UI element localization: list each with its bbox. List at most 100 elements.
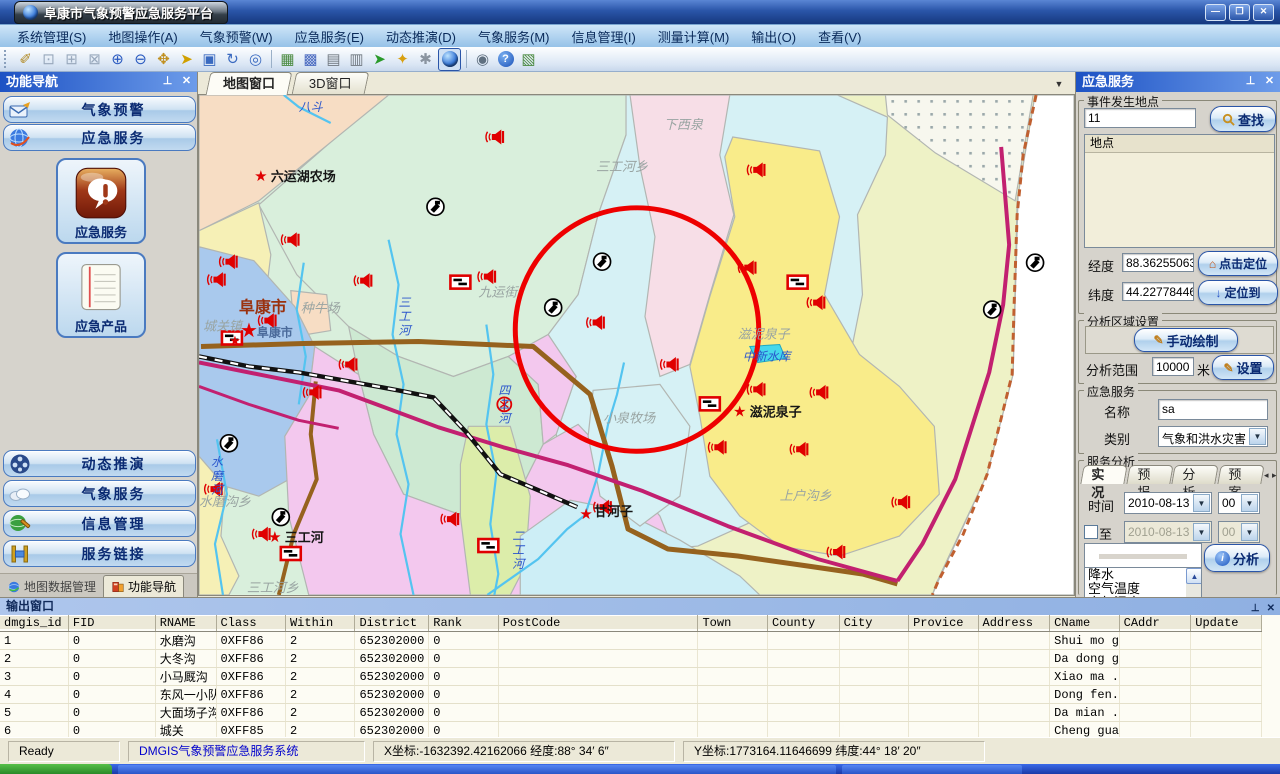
- column-header[interactable]: Within: [285, 615, 354, 632]
- taskbar-button[interactable]: [842, 765, 1022, 774]
- menu-item-1[interactable]: 地图操作(A): [97, 25, 188, 48]
- table-row[interactable]: 30小马厩沟0XFF8626523020000Xiao ma ...: [0, 668, 1262, 686]
- menu-item-3[interactable]: 应急服务(E): [284, 25, 375, 48]
- full-extent-icon[interactable]: ▣: [199, 49, 220, 70]
- element-list-item[interactable]: 降水: [1088, 568, 1201, 582]
- table-row[interactable]: 50大面场子沟0XFF8626523020000Da mian ...: [0, 704, 1262, 722]
- export-image-icon[interactable]: ▧: [518, 49, 539, 70]
- taskbar-button[interactable]: [118, 765, 836, 774]
- nav-group-服务链接[interactable]: 服务链接: [3, 540, 196, 567]
- event-search-input[interactable]: 11: [1084, 108, 1196, 128]
- print-preview-icon[interactable]: ▥: [346, 49, 367, 70]
- select-rect-icon[interactable]: ⊡: [38, 49, 59, 70]
- menu-item-7[interactable]: 测量计算(M): [647, 25, 741, 48]
- column-header[interactable]: CName: [1050, 615, 1119, 632]
- column-header[interactable]: Rank: [429, 615, 498, 632]
- pin-icon[interactable]: ⊥: [1244, 75, 1257, 88]
- measure-ruler-icon[interactable]: ✐: [15, 49, 36, 70]
- nav-group-动态推演[interactable]: 动态推演: [3, 450, 196, 477]
- hour-to-select[interactable]: 00 ▼: [1218, 521, 1260, 543]
- range-input[interactable]: 10000: [1152, 357, 1194, 376]
- find-button[interactable]: 查找: [1210, 106, 1276, 132]
- big-button-应急服务[interactable]: 应急服务: [56, 158, 146, 244]
- close-button[interactable]: ✕: [1253, 4, 1274, 21]
- map-canvas[interactable]: ★★★★★★八斗六运湖农场三工河乡下西泉九运街阜康市种牛场城关镇阜康市滋泥泉子中…: [198, 95, 1075, 596]
- scroll-up-icon[interactable]: ▲: [1186, 568, 1202, 584]
- place-marker-icon[interactable]: ✦: [392, 49, 413, 70]
- locate-to-button[interactable]: ↓ 定位到: [1198, 280, 1278, 305]
- menu-item-6[interactable]: 信息管理(I): [561, 25, 647, 48]
- close-icon[interactable]: ✕: [1263, 75, 1276, 88]
- panel-tab-功能导航[interactable]: 功能导航: [103, 575, 184, 597]
- zoom-out-icon[interactable]: ⊖: [130, 49, 151, 70]
- table-row[interactable]: 40东风一小队0XFF8626523020000Dong fen...: [0, 686, 1262, 704]
- location-list[interactable]: 地点: [1084, 134, 1275, 248]
- menu-item-8[interactable]: 输出(O): [740, 25, 807, 48]
- analyze-button[interactable]: i 分析: [1204, 544, 1270, 572]
- map-snapshot-icon[interactable]: ▩: [300, 49, 321, 70]
- menu-item-4[interactable]: 动态推演(D): [375, 25, 467, 48]
- globe-tool-icon[interactable]: [438, 48, 461, 71]
- set-range-button[interactable]: ✎ 设置: [1212, 355, 1274, 380]
- refresh-view-icon[interactable]: ↻: [222, 49, 243, 70]
- clear-selection-icon[interactable]: ⊠: [84, 49, 105, 70]
- column-header[interactable]: County: [767, 615, 839, 632]
- manual-draw-button[interactable]: ✎ 手动绘制: [1134, 328, 1238, 352]
- minimize-button[interactable]: —: [1205, 4, 1226, 21]
- table-row[interactable]: 20大冬沟0XFF8626523020000Da dong gou: [0, 650, 1262, 668]
- table-row[interactable]: 10水磨沟0XFF8626523020000Shui mo gou: [0, 632, 1262, 650]
- column-header[interactable]: Address: [978, 615, 1050, 632]
- date-to-select[interactable]: 2010-08-13 ▼: [1124, 521, 1212, 543]
- analysis-tab-实况[interactable]: 实况: [1080, 465, 1127, 484]
- column-header[interactable]: RNAME: [155, 615, 216, 632]
- pin-icon[interactable]: ⊥: [161, 75, 174, 88]
- column-header[interactable]: Update: [1191, 615, 1262, 632]
- analysis-tab-预报[interactable]: 预报: [1126, 465, 1173, 484]
- column-header[interactable]: Provice: [909, 615, 978, 632]
- longitude-input[interactable]: 88.36255063: [1122, 253, 1194, 272]
- close-icon[interactable]: ✕: [1267, 600, 1275, 617]
- latitude-input[interactable]: 44.22778446: [1122, 282, 1194, 301]
- layers-map-icon[interactable]: ▦: [277, 49, 298, 70]
- analysis-tab-分析[interactable]: 分析: [1171, 465, 1218, 484]
- analysis-tab-预案[interactable]: 预案: [1217, 465, 1264, 484]
- element-list-item[interactable]: 空气温度: [1088, 582, 1201, 596]
- select-region-icon[interactable]: ⊞: [61, 49, 82, 70]
- settings-gear-icon[interactable]: ✱: [415, 49, 436, 70]
- chevron-down-icon[interactable]: ▼: [1193, 494, 1210, 512]
- start-button-edge[interactable]: [0, 764, 112, 774]
- element-listbox[interactable]: 降水空气温度空气湿度 ▲: [1084, 567, 1202, 597]
- chevron-down-icon[interactable]: ▼: [1249, 428, 1266, 445]
- map-tab-地图窗口[interactable]: 地图窗口: [206, 72, 293, 95]
- menu-item-9[interactable]: 查看(V): [807, 25, 872, 48]
- eye-view-icon[interactable]: ◉: [472, 49, 493, 70]
- panel-tab-地图数据管理[interactable]: 地图数据管理: [0, 576, 103, 597]
- chevron-down-icon[interactable]: ▼: [1241, 494, 1258, 512]
- column-header[interactable]: District: [355, 615, 429, 632]
- menu-item-2[interactable]: 气象预警(W): [189, 25, 284, 48]
- column-header[interactable]: City: [839, 615, 908, 632]
- nav-group-气象服务[interactable]: 气象服务: [3, 480, 196, 507]
- help-icon[interactable]: ?: [495, 49, 516, 70]
- big-button-应急产品[interactable]: 应急产品: [56, 252, 146, 338]
- column-header[interactable]: Town: [698, 615, 767, 632]
- service-name-input[interactable]: sa: [1158, 399, 1268, 420]
- print-icon[interactable]: ▤: [323, 49, 344, 70]
- date-select[interactable]: 2010-08-13 ▼: [1124, 492, 1212, 514]
- to-checkbox[interactable]: [1084, 525, 1098, 539]
- close-icon[interactable]: ✕: [180, 75, 193, 88]
- zoom-in-icon[interactable]: ⊕: [107, 49, 128, 70]
- column-header[interactable]: dmgis_id: [0, 615, 68, 632]
- zoom-scale-icon[interactable]: ◎: [245, 49, 266, 70]
- tab-scroll-left-icon[interactable]: ◂: [1264, 470, 1269, 481]
- tab-scroll-right-icon[interactable]: ▸: [1272, 470, 1277, 481]
- service-type-select[interactable]: 气象和洪水灾害 ▼: [1158, 426, 1268, 447]
- menu-item-0[interactable]: 系统管理(S): [6, 25, 97, 48]
- select-feature-icon[interactable]: ➤: [369, 49, 390, 70]
- nav-group-气象预警[interactable]: 气象预警: [3, 96, 196, 123]
- column-header[interactable]: PostCode: [498, 615, 698, 632]
- column-header[interactable]: FID: [68, 615, 155, 632]
- map-tab-dropdown-icon[interactable]: ▼: [1051, 77, 1067, 91]
- column-header[interactable]: Class: [216, 615, 285, 632]
- menu-item-5[interactable]: 气象服务(M): [467, 25, 561, 48]
